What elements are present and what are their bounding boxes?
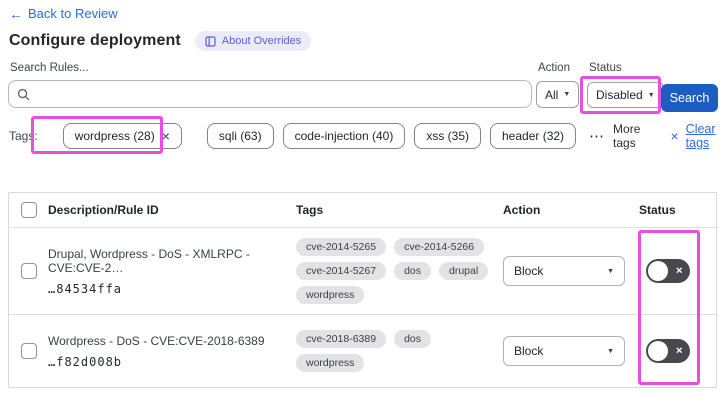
tag-filter-xss[interactable]: xss (35) <box>414 123 481 149</box>
rule-tag: cve-2014-5266 <box>394 238 485 256</box>
clear-tags-button[interactable]: × Clear tags <box>670 122 725 150</box>
rules-table: Description/Rule ID Tags Action Status D… <box>8 192 717 388</box>
column-header-status: Status <box>639 203 676 217</box>
more-tags-button[interactable]: ⋯ More tags <box>589 122 647 150</box>
chevron-down-icon: ▼ <box>607 347 614 355</box>
rule-tag: cve-2014-5267 <box>296 262 387 280</box>
toggle-knob <box>648 261 668 281</box>
table-row: Wordpress - DoS - CVE:CVE-2018-6389 …f82… <box>9 315 716 387</box>
toggle-knob <box>648 341 668 361</box>
action-dropdown[interactable]: All ▼ <box>536 81 580 108</box>
rule-tag: cve-2014-5265 <box>296 238 387 256</box>
column-header-description: Description/Rule ID <box>48 203 159 217</box>
table-header-row: Description/Rule ID Tags Action Status <box>9 193 716 228</box>
search-rules-label: Search Rules... <box>10 62 89 74</box>
tags-bar: Tags: wordpress (28) × sqli (63) code-in… <box>9 122 725 150</box>
rule-tag: wordpress <box>296 286 365 304</box>
rule-tag: dos <box>394 262 431 280</box>
action-select[interactable]: Block ▼ <box>503 336 625 366</box>
rule-tag: cve-2018-6389 <box>296 330 387 348</box>
search-input-wrap[interactable] <box>8 80 532 108</box>
rule-tag: dos <box>394 330 431 348</box>
title-row: Configure deployment About Overrides <box>9 31 312 51</box>
tag-filter-sqli[interactable]: sqli (63) <box>206 123 274 149</box>
rule-tag: drupal <box>439 262 489 280</box>
remove-tag-icon[interactable]: × <box>162 129 170 143</box>
rule-id: …84534ffa <box>48 281 123 296</box>
toggle-x-icon: ✕ <box>675 345 683 356</box>
search-icon <box>17 88 30 100</box>
more-tags-label: More tags <box>613 122 641 150</box>
ellipsis-icon: ⋯ <box>589 128 606 145</box>
column-header-action: Action <box>503 203 541 217</box>
table-row: Drupal, Wordpress - DoS - XMLRPC - CVE:C… <box>9 228 716 315</box>
tag-filter-label: wordpress (28) <box>74 129 155 143</box>
rule-id: …f82d008b <box>48 354 123 369</box>
action-select[interactable]: Block ▼ <box>503 256 625 286</box>
tag-filter-code-injection[interactable]: code-injection (40) <box>282 123 406 149</box>
rule-description: Wordpress - DoS - CVE:CVE-2018-6389 <box>48 333 265 348</box>
back-arrow-icon: ← <box>9 5 23 22</box>
docs-icon <box>205 35 216 47</box>
status-toggle-off[interactable]: ✕ <box>646 259 690 283</box>
action-dropdown-value: All <box>545 87 559 102</box>
about-overrides-badge[interactable]: About Overrides <box>194 31 312 51</box>
action-label: Action <box>538 62 570 74</box>
chevron-down-icon: ▼ <box>563 91 571 98</box>
back-link-label: Back to Review <box>28 6 118 21</box>
close-icon: × <box>670 128 679 144</box>
column-header-tags: Tags <box>296 203 324 217</box>
search-button[interactable]: Search <box>661 84 718 112</box>
back-to-review-link[interactable]: ← Back to Review <box>9 6 118 21</box>
configure-deployment-page: ← Back to Review Configure deployment Ab… <box>0 0 725 406</box>
page-title: Configure deployment <box>9 32 181 49</box>
status-dropdown[interactable]: Disabled ▼ <box>587 82 664 108</box>
tag-filter-header[interactable]: header (32) <box>490 123 577 149</box>
chevron-down-icon: ▼ <box>647 91 655 99</box>
status-dropdown-value: Disabled <box>596 88 643 102</box>
row-checkbox[interactable] <box>21 263 37 279</box>
tag-filter-wordpress[interactable]: wordpress (28) × <box>62 123 182 149</box>
toggle-x-icon: ✕ <box>675 265 683 276</box>
chevron-down-icon: ▼ <box>607 267 614 275</box>
status-label: Status <box>589 62 622 74</box>
about-overrides-label: About Overrides <box>221 35 302 47</box>
rule-description: Drupal, Wordpress - DoS - XMLRPC - CVE:C… <box>48 246 250 275</box>
tags-label: Tags: <box>9 129 38 143</box>
action-select-value: Block <box>514 344 544 358</box>
search-input[interactable] <box>36 87 523 101</box>
status-toggle-off[interactable]: ✕ <box>646 339 690 363</box>
clear-tags-label: Clear tags <box>685 122 716 150</box>
select-all-checkbox[interactable] <box>21 202 37 218</box>
rule-tag: wordpress <box>296 354 365 372</box>
action-select-value: Block <box>514 264 544 278</box>
row-checkbox[interactable] <box>21 343 37 359</box>
